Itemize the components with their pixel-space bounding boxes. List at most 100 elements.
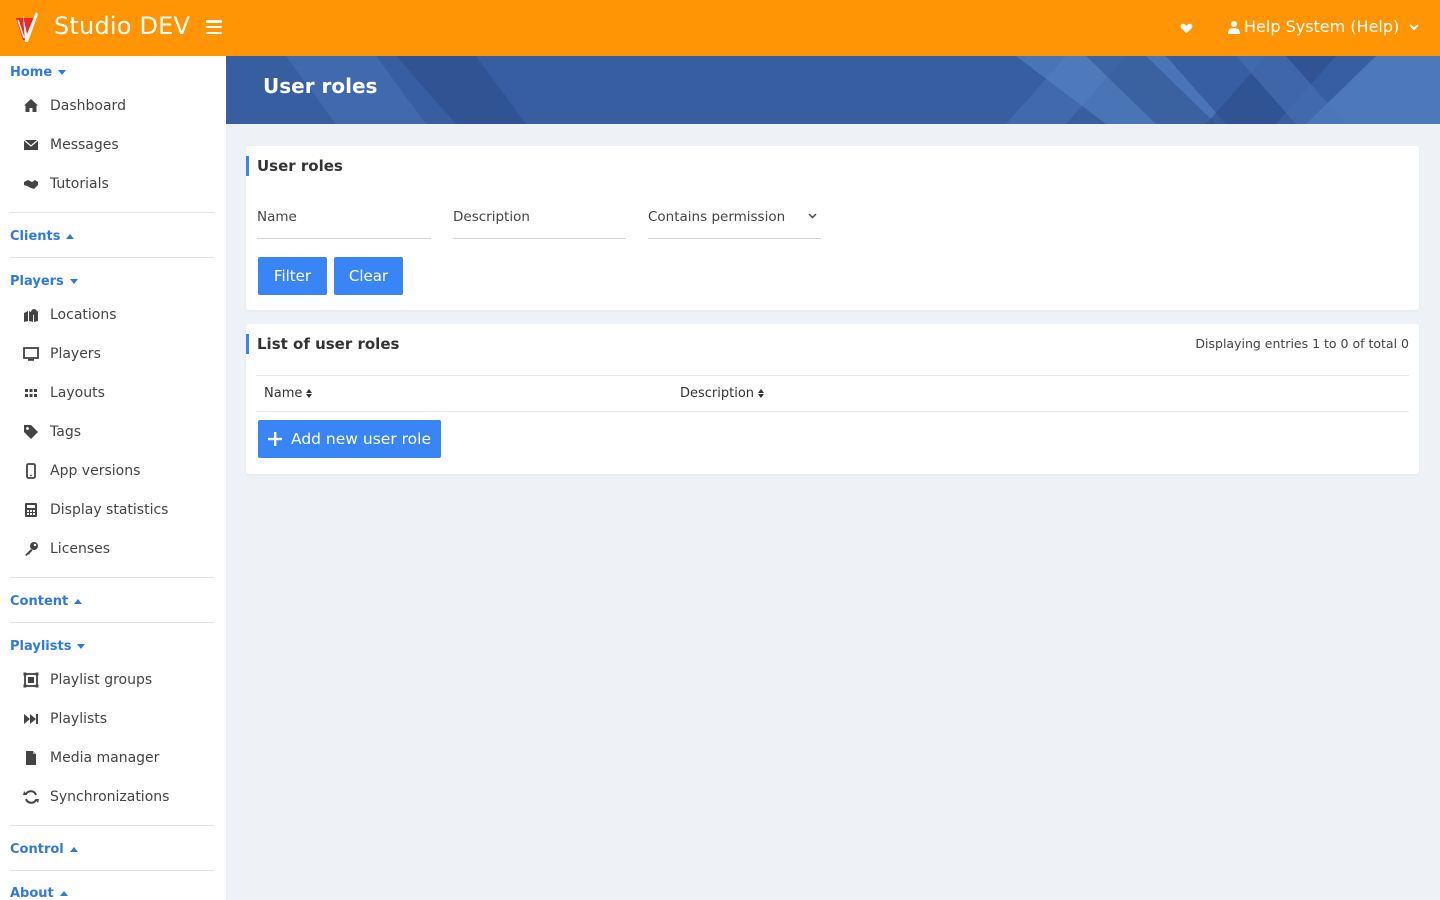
permission-select[interactable]: Contains permission xyxy=(648,209,821,239)
sync-icon xyxy=(22,789,40,805)
map-marker-icon xyxy=(22,307,40,323)
sidebar-item-locations[interactable]: Locations xyxy=(22,304,117,326)
caret-up-icon xyxy=(74,599,83,604)
sidebar-section-about[interactable]: About xyxy=(10,886,68,900)
handshake-icon xyxy=(22,176,40,192)
sidebar-item-tutorials[interactable]: Tutorials xyxy=(22,173,109,195)
section-label: Players xyxy=(10,274,64,289)
table-header: Name Description xyxy=(256,375,1409,412)
sidebar-item-label: Locations xyxy=(50,307,117,323)
sidebar-item-label: Players xyxy=(50,346,101,362)
sidebar-item-label: Tags xyxy=(50,424,81,440)
sidebar-item-media-manager[interactable]: Media manager xyxy=(22,747,159,769)
sidebar-item-display-statistics[interactable]: Display statistics xyxy=(22,499,168,521)
sidebar-item-label: Media manager xyxy=(50,750,160,766)
name-filter-input[interactable]: Name xyxy=(257,209,431,239)
user-icon xyxy=(1228,20,1240,34)
sidebar-item-synchronizations[interactable]: Synchronizations xyxy=(22,786,169,808)
page-title: User roles xyxy=(263,74,378,98)
sidebar-section-playlists[interactable]: Playlists xyxy=(10,639,86,654)
entries-info: Displaying entries 1 to 0 of total 0 xyxy=(1195,336,1409,351)
heart-icon[interactable] xyxy=(1180,22,1193,35)
description-filter-input[interactable]: Description xyxy=(453,209,626,239)
section-label: Content xyxy=(10,594,69,609)
chevron-down-icon xyxy=(1409,23,1419,30)
sidebar-item-messages[interactable]: Messages xyxy=(22,134,119,156)
add-user-role-label: Add new user role xyxy=(291,430,431,448)
sidebar-section-content[interactable]: Content xyxy=(10,594,83,609)
sidebar-item-playlists[interactable]: Playlists xyxy=(22,708,107,730)
sidebar-item-layouts[interactable]: Layouts xyxy=(22,382,105,404)
permission-select-value: Contains permission xyxy=(648,209,786,225)
app-logo-icon[interactable] xyxy=(14,12,40,44)
banner-pattern xyxy=(286,56,1440,124)
object-group-icon xyxy=(22,672,40,688)
sidebar-section-clients[interactable]: Clients xyxy=(10,229,75,244)
list-card: List of user roles Displaying entries 1 … xyxy=(246,324,1419,474)
fast-forward-icon xyxy=(22,711,40,727)
column-header-description[interactable]: Description xyxy=(680,386,765,401)
chevron-down-icon xyxy=(808,213,817,219)
caret-up-icon xyxy=(59,891,68,896)
sort-icon xyxy=(306,389,313,398)
sidebar-item-app-versions[interactable]: App versions xyxy=(22,460,140,482)
sidebar-divider xyxy=(10,870,214,871)
caret-down-icon xyxy=(69,279,78,284)
user-name: Help System (Help) xyxy=(1244,17,1400,36)
monitor-icon xyxy=(22,346,40,362)
section-label: Home xyxy=(10,65,53,80)
key-icon xyxy=(22,541,40,557)
clear-button[interactable]: Clear xyxy=(334,257,403,295)
add-user-role-button[interactable]: Add new user role xyxy=(258,420,441,458)
sidebar-item-label: Playlist groups xyxy=(50,672,153,688)
filter-card-title: User roles xyxy=(257,157,343,175)
sidebar-item-label: Dashboard xyxy=(50,98,126,114)
card-accent-bar xyxy=(246,156,249,176)
top-bar: Studio DEV Help System (Help) xyxy=(0,0,1440,56)
sidebar-item-tags[interactable]: Tags xyxy=(22,421,81,443)
filter-button[interactable]: Filter xyxy=(258,257,327,295)
grid-icon xyxy=(22,385,40,401)
menu-toggle-icon[interactable] xyxy=(206,20,222,34)
caret-down-icon xyxy=(77,644,86,649)
filter-card: User roles Name Description Contains per… xyxy=(246,146,1419,310)
sidebar-item-label: Synchronizations xyxy=(50,789,170,805)
sort-icon xyxy=(758,389,765,398)
sidebar-item-label: Display statistics xyxy=(50,502,169,518)
list-card-header: List of user roles Displaying entries 1 … xyxy=(246,324,1419,364)
name-filter-placeholder: Name xyxy=(257,209,297,225)
card-accent-bar xyxy=(246,334,249,354)
section-label: Playlists xyxy=(10,639,72,654)
sidebar-item-label: Licenses xyxy=(50,541,111,557)
sidebar-item-dashboard[interactable]: Dashboard xyxy=(22,95,126,117)
filter-card-header: User roles xyxy=(246,146,1419,186)
app-brand[interactable]: Studio DEV xyxy=(54,12,190,40)
sidebar-item-label: Layouts xyxy=(50,385,105,401)
tag-icon xyxy=(22,424,40,440)
section-label: Clients xyxy=(10,229,61,244)
envelope-icon xyxy=(22,137,40,153)
plus-icon xyxy=(268,432,282,446)
caret-up-icon xyxy=(66,234,75,239)
sidebar-section-players[interactable]: Players xyxy=(10,274,78,289)
column-header-name[interactable]: Name xyxy=(264,386,313,401)
sidebar-item-players[interactable]: Players xyxy=(22,343,101,365)
sidebar-item-label: Messages xyxy=(50,137,119,153)
sidebar-divider xyxy=(10,825,214,826)
section-label: About xyxy=(10,886,54,900)
sidebar-item-label: Tutorials xyxy=(50,176,109,192)
file-icon xyxy=(22,750,40,766)
sidebar-item-licenses[interactable]: Licenses xyxy=(22,538,110,560)
sidebar-item-playlist-groups[interactable]: Playlist groups xyxy=(22,669,152,691)
page-banner: User roles xyxy=(226,56,1440,124)
sidebar-section-home[interactable]: Home xyxy=(10,65,67,80)
sidebar-item-label: Playlists xyxy=(50,711,108,727)
sidebar-section-control[interactable]: Control xyxy=(10,842,78,857)
user-menu[interactable]: Help System (Help) xyxy=(1228,17,1419,36)
sidebar-item-label: App versions xyxy=(50,463,141,479)
sidebar-divider xyxy=(10,257,214,258)
column-label: Name xyxy=(264,386,303,401)
mobile-icon xyxy=(22,463,40,479)
sidebar: Home Dashboard Messages Tutorials Client… xyxy=(0,56,226,900)
description-filter-placeholder: Description xyxy=(453,209,530,225)
